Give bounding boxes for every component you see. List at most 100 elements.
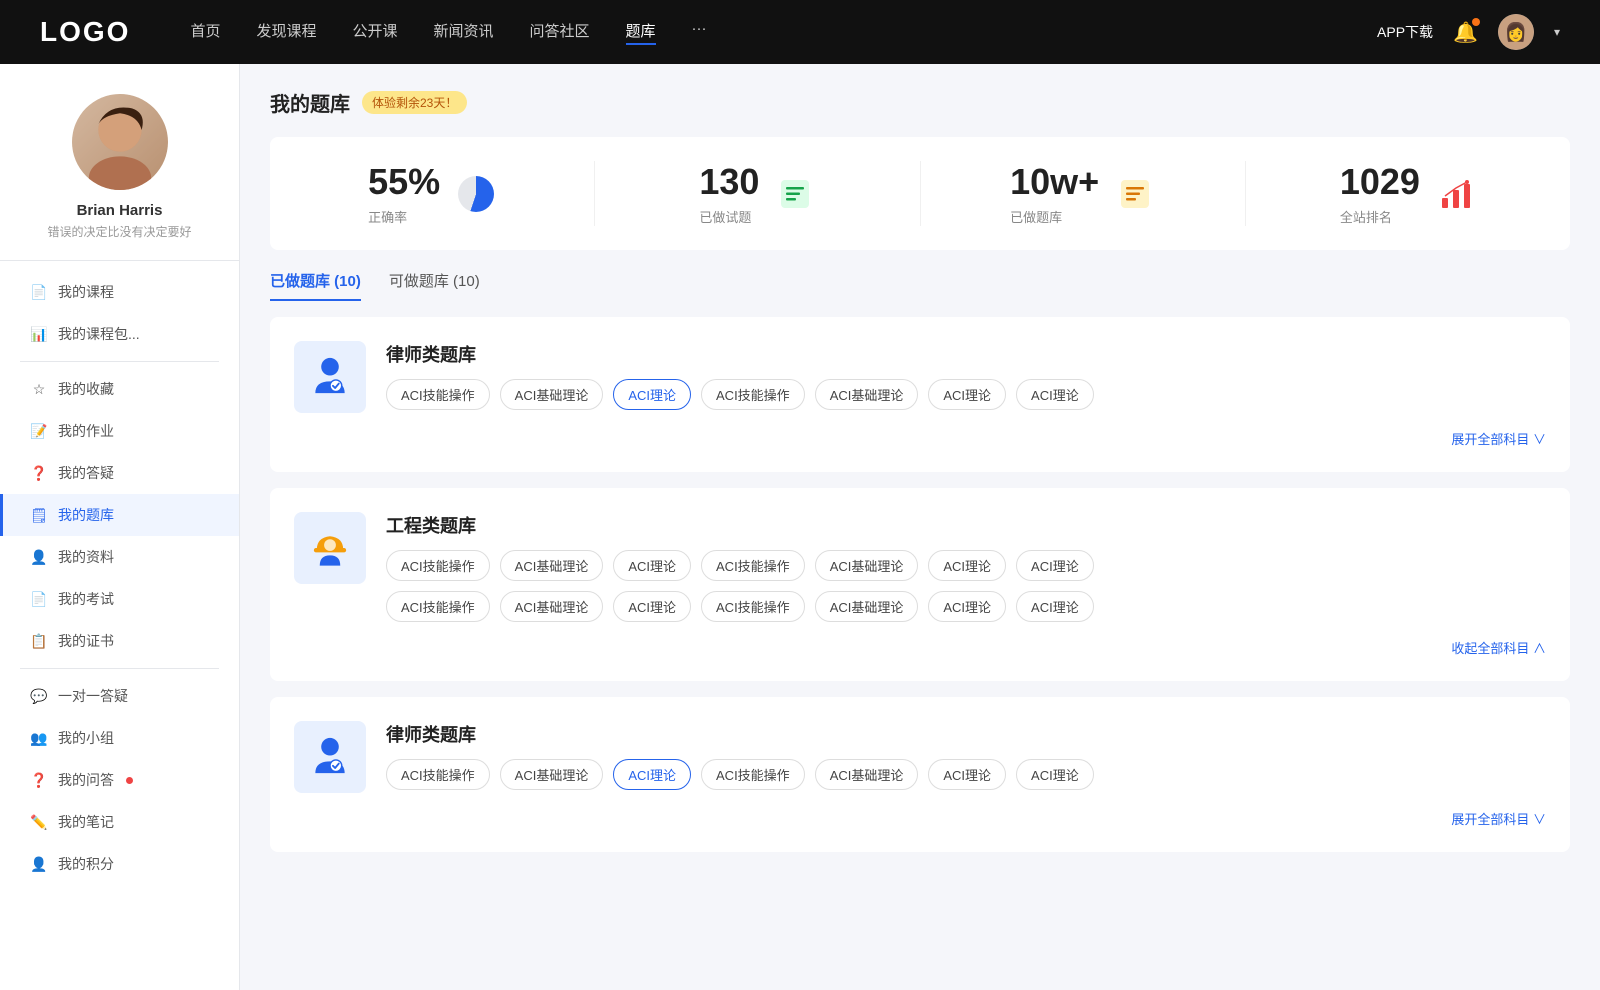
nav-discover[interactable]: 发现课程 (256, 20, 316, 45)
main-content: 我的题库 体验剩余23天！ 55% 正确率 130 已做试题 (240, 64, 1600, 990)
bank-tag[interactable]: ACI技能操作 (701, 550, 805, 581)
bank-expand-button-1[interactable]: 展开全部科目 ∨ (294, 429, 1546, 448)
page-title: 我的题库 (270, 88, 350, 117)
sidebar-item-my-points[interactable]: 👤 我的积分 (0, 843, 239, 885)
sidebar-item-my-answers[interactable]: ❓ 我的问答 (0, 759, 239, 801)
one-on-one-icon: 💬 (30, 687, 48, 705)
sidebar-item-my-group[interactable]: 👥 我的小组 (0, 717, 239, 759)
bank-title-3: 律师类题库 (386, 721, 1546, 747)
notification-dot (1472, 18, 1480, 26)
tab-todo[interactable]: 可做题库 (10) (389, 270, 480, 301)
sidebar-item-my-info[interactable]: 👤 我的资料 (0, 536, 239, 578)
sidebar-item-my-questions[interactable]: ❓ 我的答疑 (0, 452, 239, 494)
bank-tag[interactable]: ACI基础理论 (815, 379, 919, 410)
bank-title-2: 工程类题库 (386, 512, 1546, 538)
accuracy-value: 55% (368, 161, 440, 203)
nav-qa[interactable]: 问答社区 (530, 20, 590, 45)
nav-bank[interactable]: 题库 (626, 20, 656, 45)
bank-tags-2-row2: ACI技能操作 ACI基础理论 ACI理论 ACI技能操作 ACI基础理论 AC… (386, 591, 1546, 622)
bank-tag[interactable]: ACI理论 (928, 759, 1006, 790)
sidebar-item-my-exam[interactable]: 📄 我的考试 (0, 578, 239, 620)
my-group-icon: 👥 (30, 729, 48, 747)
notification-bell[interactable]: 🔔 (1453, 20, 1478, 45)
my-answers-icon: ❓ (30, 771, 48, 789)
nav-home[interactable]: 首页 (190, 20, 220, 45)
rank-value: 1029 (1340, 161, 1420, 203)
pie-chart-icon (458, 176, 494, 212)
my-course-icon: 📄 (30, 283, 48, 301)
sidebar-item-my-homework[interactable]: 📝 我的作业 (0, 410, 239, 452)
bank-tag[interactable]: ACI理论 (928, 379, 1006, 410)
bank-tag[interactable]: ACI技能操作 (701, 379, 805, 410)
my-bundle-icon: 📊 (30, 325, 48, 343)
sidebar-item-my-bank[interactable]: 🗒 我的题库 (0, 494, 239, 536)
app-download-button[interactable]: APP下载 (1377, 22, 1433, 42)
bank-tag[interactable]: ACI基础理论 (815, 591, 919, 622)
avatar-image: 👩 (1498, 14, 1534, 50)
done-questions-value: 130 (699, 161, 759, 203)
bank-tag[interactable]: ACI理论 (1016, 550, 1094, 581)
bank-header-1: 律师类题库 ACI技能操作 ACI基础理论 ACI理论 ACI技能操作 ACI基… (294, 341, 1546, 413)
bank-tag[interactable]: ACI理论 (1016, 379, 1094, 410)
my-course-label: 我的课程 (58, 282, 114, 302)
bank-tag[interactable]: ACI基础理论 (500, 759, 604, 790)
bank-tag[interactable]: ACI技能操作 (701, 591, 805, 622)
my-cert-icon: 📋 (30, 632, 48, 650)
done-questions-label: 已做试题 (699, 207, 759, 226)
my-notes-label: 我的笔记 (58, 812, 114, 832)
my-questions-icon: ❓ (30, 464, 48, 482)
avatar-chevron-icon[interactable]: ▾ (1554, 25, 1560, 39)
bank-tag[interactable]: ACI技能操作 (386, 379, 490, 410)
bank-title-1: 律师类题库 (386, 341, 1546, 367)
sidebar-item-my-notes[interactable]: ✏️ 我的笔记 (0, 801, 239, 843)
tab-done[interactable]: 已做题库 (10) (270, 270, 361, 301)
answers-notification-dot (126, 777, 133, 784)
sidebar-item-one-on-one[interactable]: 💬 一对一答疑 (0, 675, 239, 717)
nav-more[interactable]: ··· (692, 20, 707, 45)
my-favorites-icon: ☆ (30, 380, 48, 398)
bank-tag[interactable]: ACI理论 (613, 550, 691, 581)
my-info-label: 我的资料 (58, 547, 114, 567)
bank-tag[interactable]: ACI基础理论 (500, 379, 604, 410)
accuracy-label: 正确率 (368, 207, 440, 226)
nav-news[interactable]: 新闻资讯 (434, 20, 494, 45)
bank-tag[interactable]: ACI基础理论 (500, 591, 604, 622)
sidebar-item-my-favorites[interactable]: ☆ 我的收藏 (0, 368, 239, 410)
my-homework-label: 我的作业 (58, 421, 114, 441)
bank-tag[interactable]: ACI技能操作 (701, 759, 805, 790)
bank-tag[interactable]: ACI理论 (613, 591, 691, 622)
bank-collapse-button-2[interactable]: 收起全部科目 ∧ (294, 638, 1546, 657)
bank-tag[interactable]: ACI基础理论 (815, 550, 919, 581)
bank-tag[interactable]: ACI理论 (1016, 591, 1094, 622)
bank-tag[interactable]: ACI技能操作 (386, 759, 490, 790)
my-questions-label: 我的答疑 (58, 463, 114, 483)
bank-tag[interactable]: ACI理论 (928, 550, 1006, 581)
stat-accuracy: 55% 正确率 (270, 161, 595, 226)
avatar[interactable]: 👩 (1498, 14, 1534, 50)
stat-rank: 1029 全站排名 (1246, 161, 1570, 226)
nav-open[interactable]: 公开课 (352, 20, 397, 45)
bank-section-engineer: 工程类题库 ACI技能操作 ACI基础理论 ACI理论 ACI技能操作 ACI基… (270, 488, 1570, 681)
done-banks-icon (1115, 174, 1155, 214)
sidebar-item-my-bundle[interactable]: 📊 我的课程包... (0, 313, 239, 355)
bank-tag[interactable]: ACI基础理论 (500, 550, 604, 581)
bank-tag[interactable]: ACI基础理论 (815, 759, 919, 790)
bank-expand-button-3[interactable]: 展开全部科目 ∨ (294, 809, 1546, 828)
bank-tag[interactable]: ACI技能操作 (386, 550, 490, 581)
bank-tag[interactable]: ACI理论 (1016, 759, 1094, 790)
bank-tag[interactable]: ACI理论 (613, 379, 691, 410)
sidebar-avatar (72, 94, 168, 190)
navbar-right: APP下载 🔔 👩 ▾ (1377, 14, 1560, 50)
bank-tag[interactable]: ACI技能操作 (386, 591, 490, 622)
bank-section-lawyer-2: 律师类题库 ACI技能操作 ACI基础理论 ACI理论 ACI技能操作 ACI基… (270, 697, 1570, 852)
sidebar-divider-1 (20, 361, 219, 362)
sidebar-item-my-cert[interactable]: 📋 我的证书 (0, 620, 239, 662)
bank-tag[interactable]: ACI理论 (613, 759, 691, 790)
page-header: 我的题库 体验剩余23天！ (270, 88, 1570, 117)
main-layout: Brian Harris 错误的决定比没有决定要好 📄 我的课程 📊 我的课程包… (0, 64, 1600, 990)
my-bank-label: 我的题库 (58, 505, 114, 525)
sidebar-item-my-course[interactable]: 📄 我的课程 (0, 271, 239, 313)
logo[interactable]: LOGO (40, 16, 130, 48)
bank-tag[interactable]: ACI理论 (928, 591, 1006, 622)
my-notes-icon: ✏️ (30, 813, 48, 831)
